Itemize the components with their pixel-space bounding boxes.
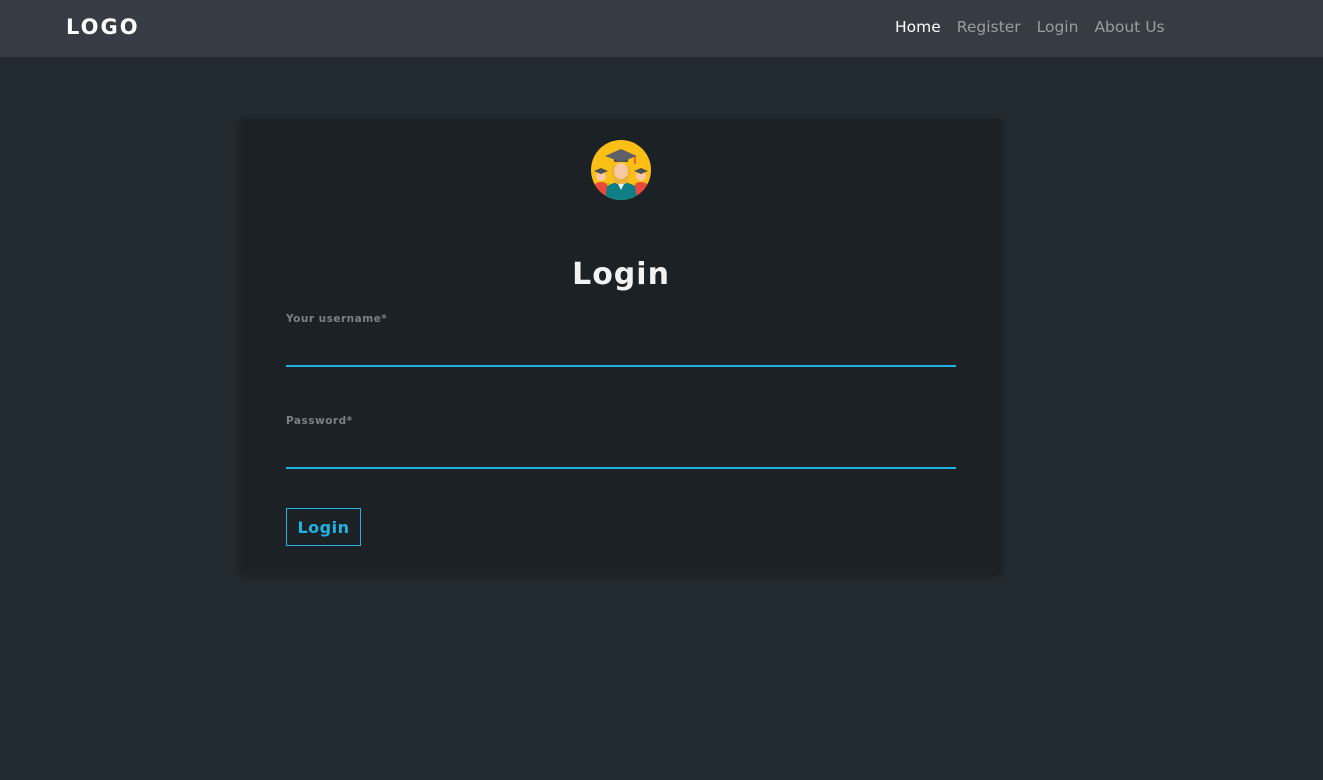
login-card: Login Your username* Password* Login xyxy=(241,119,1001,573)
nav-link-home[interactable]: Home xyxy=(895,17,941,37)
login-button[interactable]: Login xyxy=(286,508,361,546)
password-input[interactable] xyxy=(286,437,956,469)
nav-link-about-us[interactable]: About Us xyxy=(1094,17,1164,37)
page-title: Login xyxy=(572,257,670,293)
nav-link-login[interactable]: Login xyxy=(1037,17,1079,37)
logo[interactable]: LOGO xyxy=(66,14,140,40)
navbar: LOGO Home Register Login About Us xyxy=(0,0,1323,57)
nav-links: Home Register Login About Us xyxy=(895,17,1165,37)
nav-link-register[interactable]: Register xyxy=(957,17,1021,37)
username-input[interactable] xyxy=(286,335,956,367)
graduates-icon xyxy=(591,140,651,200)
username-label: Your username* xyxy=(286,313,388,325)
password-label: Password* xyxy=(286,415,353,427)
